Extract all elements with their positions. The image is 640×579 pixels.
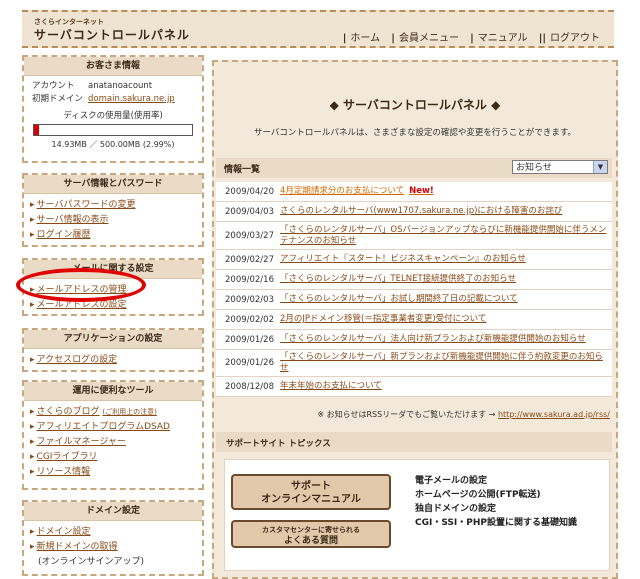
new-badge: New! [409,186,434,196]
news-link[interactable]: 2月のJPドメイン移管(＝指定事業者変更)受付について [280,312,612,327]
header: さくらインターネット サーバコントロールパネル | ホーム | 会員メニュー | マニ… [22,10,614,48]
menu-item-access-log[interactable]: ▸ アクセスログの設定 [30,353,202,368]
news-list: 2009/04/20 4月定期請求分のお支払について New! 2009/04/0… [216,182,612,397]
news-link[interactable]: 4月定期請求分のお支払について New! [280,184,612,199]
nav-manual[interactable]: マニュアル [478,33,528,44]
topic-domain-settings[interactable]: 独自ドメインの設定 [415,502,577,516]
support-header-label: サポートサイト トピックス [226,439,331,449]
tools-title: 運用に便利なツール [24,382,202,401]
disk-usage-text: 14.93MB ／ 500.00MB (2.99%) [51,140,175,149]
domain-label: 初期ドメイン [32,94,84,104]
support-header: サポートサイト トピックス [216,432,612,452]
domain-link[interactable]: domain.sakura.ne.jp [88,93,175,106]
account-label: アカウント [32,81,75,91]
nav-home[interactable]: ホーム [350,33,380,44]
disk-usage-bar [33,124,193,136]
app-settings-box: アプリケーションの設定 ▸ アクセスログの設定 [22,328,204,372]
nav-logout[interactable]: ログアウト [550,33,600,44]
menu-item-domain-settings[interactable]: ▸ ドメイン設定 [30,525,202,540]
faq-button[interactable]: カスタマセンターに寄せられる よくある質問 [231,520,391,548]
news-row: 2009/02/16 「さくらのレンタルサーバ」TELNET接続提供終了のお知らせ [216,270,612,290]
news-header: 情報一覧 お知らせ ▼ [216,158,612,178]
blog-note-link[interactable]: (ご利用上の注意) [102,408,156,416]
customer-info-box: お客さま情報 アカウント anatanoacount 初期ドメイン domain… [22,55,204,163]
news-link[interactable]: 「さくらのレンタルサーバ」TELNET接続提供終了のお知らせ [280,272,612,287]
news-row: 2009/02/27 アフィリエイト『スタート！ビジネスキャンペーン』のお知らせ [216,250,612,270]
account-row: アカウント anatanoacount [24,80,202,93]
domain-box: ドメイン設定 ▸ ドメイン設定 ▸ 新規ドメインの取得 (オンラインサインアップ) [22,500,204,576]
news-row: 2008/12/08 年末年始のお支払について [216,377,612,397]
news-link[interactable]: アフィリエイト『スタート！ビジネスキャンペーン』のお知らせ [280,252,612,267]
news-row: 2009/04/03 さくらのレンタルサーバ(www1707.sakura.ne.… [216,202,612,222]
page-description: サーバコントロールパネルは、さまざまな設定の確認や変更を行うことができます。 [253,128,577,138]
nav-member-menu[interactable]: 会員メニュー [399,33,459,44]
tools-box: 運用に便利なツール ▸ さくらのブログ (ご利用上の注意) ▸ アフィリエイトプログ… [22,380,204,490]
menu-item-affiliate[interactable]: ▸ アフィリエイトプログラムDSAD [30,420,202,435]
menu-item-mail-address-settings[interactable]: ▸ メールアドレスの設定 [30,298,202,313]
news-row: 2009/01/26 「さくらのレンタルサーバ」法人向け新プランおよび新機能提供開… [216,330,612,350]
main-panel: ◆ サーバコントロールパネル ◆ サーバコントロールパネルは、さまざまな設定の確… [212,60,618,579]
chevron-down-icon[interactable]: ▼ [593,161,607,173]
news-row: 2009/04/20 4月定期請求分のお支払について New! [216,182,612,202]
server-info-title: サーバ情報とパスワード [24,175,202,194]
news-link[interactable]: 「さくらのレンタルサーバ」お試し期間終了日の記載について [280,292,612,307]
menu-item-resource-info[interactable]: ▸ リソース情報 [30,465,202,480]
page-title: ◆ サーバコントロールパネル ◆ [329,98,501,112]
support-topics: サポート オンラインマニュアル カスタマセンターに寄せられる よくある質問 電子… [224,459,610,571]
topic-cgi-basics[interactable]: CGI・SSI・PHP設置に関する基礎知識 [415,516,577,530]
menu-item-password-change[interactable]: ▸ サーバパスワードの変更 [30,198,202,213]
new-domain-note: (オンラインサインアップ) [38,557,145,567]
app-settings-title: アプリケーションの設定 [24,330,202,349]
account-value: anatanoacount [88,81,153,91]
mail-settings-box: メールに関する設定 ▸ メールアドレスの管理 ▸ メールアドレスの設定 [22,258,204,316]
disk-usage-fill [34,125,39,135]
news-link[interactable]: 「さくらのレンタルサーバ」OSバージョンアップならびに新機能提供開始に伴うメンテ… [280,223,612,249]
menu-item-cgi-library[interactable]: ▸ CGIライブラリ [30,450,202,465]
topic-homepage-publish[interactable]: ホームページの公開(FTP転送) [415,488,577,502]
online-manual-button[interactable]: サポート オンラインマニュアル [231,474,391,510]
domain-title: ドメイン設定 [24,502,202,521]
menu-item-server-info[interactable]: ▸ サーバ情報の表示 [30,213,202,228]
domain-row: 初期ドメイン domain.sakura.ne.jp [24,93,202,106]
menu-item-mail-address-manage[interactable]: ▸ メールアドレスの管理 [30,283,202,298]
news-row: 2009/01/26 「さくらのレンタルサーバ」新プランおよび新機能提供開始に伴う… [216,350,612,377]
news-category-select[interactable]: お知らせ ▼ [512,160,608,174]
menu-item-new-domain[interactable]: ▸ 新規ドメインの取得 [30,540,202,555]
rss-link[interactable]: http://www.sakura.ad.jp/rss/ [498,410,610,419]
news-link[interactable]: 「さくらのレンタルサーバ」法人向け新プランおよび新機能提供開始のお知らせ [280,332,612,347]
news-header-label: 情報一覧 [224,165,261,175]
news-row: 2009/02/03 「さくらのレンタルサーバ」お試し期間終了日の記載について [216,290,612,310]
server-info-box: サーバ情報とパスワード ▸ サーバパスワードの変更 ▸ サーバ情報の表示 ▸ ログイン… [22,173,204,247]
support-topic-list: 電子メールの設定 ホームページの公開(FTP転送) 独自ドメインの設定 CGI・… [415,474,577,530]
menu-item-blog[interactable]: ▸ さくらのブログ (ご利用上の注意) [30,405,202,420]
news-link[interactable]: さくらのレンタルサーバ(www1707.sakura.ne.jp)における障害の… [280,204,612,219]
brand-title: サーバコントロールパネル [34,28,190,42]
news-link[interactable]: 「さくらのレンタルサーバ」新プランおよび新機能提供開始に伴う約款変更のお知らせ [280,350,612,376]
customer-info-title: お客さま情報 [24,57,202,76]
top-nav: | ホーム | 会員メニュー | マニュアル || ログアウト [342,33,600,44]
rss-note: ※ お知らせはRSSリーダでもご覧いただけます → http://www.sak… [317,410,610,419]
topic-mail-settings[interactable]: 電子メールの設定 [415,474,577,488]
news-link[interactable]: 年末年始のお支払について [280,379,612,394]
mail-settings-title: メールに関する設定 [24,260,202,279]
news-row: 2009/02/02 2月のJPドメイン移管(＝指定事業者変更)受付について [216,310,612,330]
menu-item-login-history[interactable]: ▸ ログイン履歴 [30,228,202,243]
news-row: 2009/03/27 「さくらのレンタルサーバ」OSバージョンアップならびに新機能… [216,222,612,250]
disk-usage-label: ディスクの使用量(使用率) [63,111,163,121]
menu-item-file-manager[interactable]: ▸ ファイルマネージャー [30,435,202,450]
